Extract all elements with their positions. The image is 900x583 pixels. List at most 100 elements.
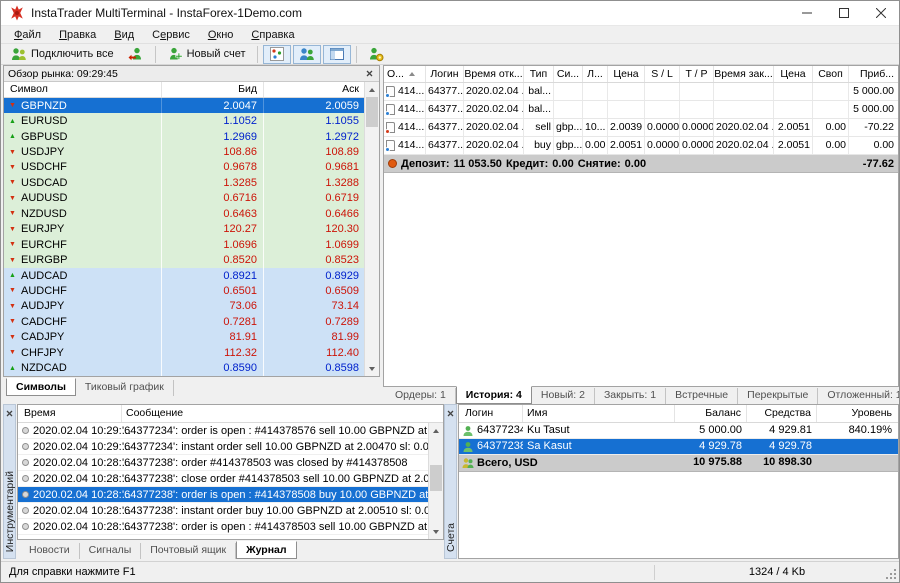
order-row[interactable]: 414... 64377... 2020.02.04 ... sell gbp.…	[384, 119, 898, 137]
market-watch-row[interactable]: EURJPY 120.27 120.30	[4, 222, 379, 237]
column-header[interactable]: Своп	[813, 66, 849, 82]
close-icon[interactable]	[4, 407, 16, 419]
scroll-down-icon[interactable]	[365, 362, 379, 375]
market-watch-row[interactable]: EURCHF 1.0696 1.0699	[4, 237, 379, 252]
market-watch-row[interactable]: CHFJPY 112.32 112.40	[4, 345, 379, 360]
journal-row[interactable]: 2020.02.04 10:29:... '64377234': order i…	[18, 423, 428, 439]
toolbar-separator	[155, 46, 156, 63]
menu-item[interactable]: Правка	[50, 28, 105, 42]
market-watch-row[interactable]: AUDCHF 0.6501 0.6509	[4, 283, 379, 298]
market-watch-row[interactable]: USDJPY 108.86 108.89	[4, 144, 379, 159]
scroll-up-icon[interactable]	[429, 424, 443, 437]
tab[interactable]: Символы	[6, 378, 76, 396]
column-header[interactable]: Си...	[554, 66, 583, 82]
connect-all-button[interactable]: Подключить все	[5, 45, 120, 64]
tab[interactable]: Сигналы	[80, 543, 142, 559]
menu-item[interactable]: Окно	[199, 28, 243, 42]
market-watch-row[interactable]: NZDUSD 0.6463 0.6466	[4, 206, 379, 221]
resize-grip[interactable]	[886, 569, 896, 579]
account-settings-button[interactable]	[362, 45, 390, 64]
tab[interactable]: Отложенный: 1	[818, 388, 900, 404]
market-watch-row[interactable]: GBPUSD 1.2969 1.2972	[4, 129, 379, 144]
menu-item[interactable]: Справка	[242, 28, 303, 42]
scrollbar[interactable]	[428, 423, 443, 539]
market-watch-row[interactable]: AUDUSD 0.6716 0.6719	[4, 191, 379, 206]
column-header-time[interactable]: Время	[18, 405, 122, 422]
order-row[interactable]: 414... 64377... 2020.02.04 ... buy gbp..…	[384, 137, 898, 155]
tab[interactable]: Перекрытые	[738, 388, 818, 404]
tab[interactable]: Тиковый график	[76, 380, 174, 396]
minimize-button[interactable]	[788, 1, 825, 25]
order-row[interactable]: 414... 64377... 2020.02.04 ... bal... 5 …	[384, 101, 898, 119]
order-row[interactable]: 414... 64377... 2020.02.04 ... bal... 5 …	[384, 83, 898, 101]
column-header-login[interactable]: Логин	[459, 405, 523, 422]
scrollbar-thumb[interactable]	[366, 97, 378, 127]
scrollbar-thumb[interactable]	[430, 465, 442, 491]
symbol-label: USDCAD	[21, 177, 67, 189]
disconnect-button[interactable]	[122, 45, 150, 64]
journal-row[interactable]: 2020.02.04 10:28:... '64377238': instant…	[18, 503, 428, 519]
toolbox-toggle-button[interactable]	[323, 45, 351, 64]
column-header-ask[interactable]: Аск	[264, 82, 379, 97]
column-header[interactable]: Логин	[426, 66, 464, 82]
market-watch-row[interactable]: CADJPY 81.91 81.99	[4, 330, 379, 345]
column-header-symbol[interactable]: Символ	[4, 82, 162, 97]
market-watch-toggle-button[interactable]	[263, 45, 291, 64]
market-watch-row[interactable]: AUDCAD 0.8921 0.8929	[4, 268, 379, 283]
journal-row[interactable]: 2020.02.04 10:28:... '64377238': order i…	[18, 487, 428, 503]
scrollbar[interactable]	[364, 82, 379, 376]
market-watch-row[interactable]: EURUSD 1.1052 1.1055	[4, 113, 379, 128]
column-header[interactable]: Цена	[608, 66, 645, 82]
market-watch-row[interactable]: GBPNZD 2.0047 2.0059	[4, 98, 379, 113]
column-header[interactable]: Время отк...	[464, 66, 524, 82]
column-header-level[interactable]: Уровень	[817, 405, 898, 422]
account-row[interactable]: 64377238 Sa Kasut 4 929.78 4 929.78	[459, 439, 898, 455]
column-header-equity[interactable]: Средства	[747, 405, 817, 422]
column-header-name[interactable]: Имя	[523, 405, 675, 422]
close-button[interactable]	[862, 1, 899, 25]
column-header[interactable]: Приб...	[849, 66, 898, 82]
journal-row[interactable]: 2020.02.04 10:29:... '64377234': instant…	[18, 439, 428, 455]
column-header[interactable]: T / P	[680, 66, 714, 82]
market-watch-row[interactable]: CADCHF 0.7281 0.7289	[4, 314, 379, 329]
tab[interactable]: История: 4	[456, 386, 532, 404]
trend-icon	[8, 210, 17, 217]
column-header-message[interactable]: Сообщение	[122, 405, 443, 422]
tab[interactable]: Почтовый ящик	[141, 543, 236, 559]
close-icon[interactable]	[445, 407, 457, 419]
new-account-button[interactable]: Новый счет	[161, 45, 252, 64]
market-watch-row[interactable]: EURGBP 0.8520 0.8523	[4, 252, 379, 267]
column-header[interactable]: S / L	[645, 66, 680, 82]
column-header[interactable]: Цена	[774, 66, 813, 82]
market-watch-row[interactable]: NZDCAD 0.8590 0.8598	[4, 360, 379, 375]
column-header[interactable]: О...	[384, 66, 426, 82]
scroll-up-icon[interactable]	[365, 83, 379, 96]
journal-row[interactable]: 2020.02.04 10:28:... '64377238': order i…	[18, 519, 428, 535]
tab[interactable]: Ордеры: 1	[386, 388, 456, 404]
column-header[interactable]: Время зак...	[714, 66, 774, 82]
accounts-toggle-button[interactable]	[293, 45, 321, 64]
tab[interactable]: Встречные	[666, 388, 738, 404]
account-row[interactable]: Всего, USD 10 975.88 10 898.30	[459, 455, 898, 472]
column-header[interactable]: Тип	[524, 66, 554, 82]
column-header-balance[interactable]: Баланс	[675, 405, 747, 422]
market-watch-row[interactable]: USDCAD 1.3285 1.3288	[4, 175, 379, 190]
market-watch-row[interactable]: AUDJPY 73.06 73.14	[4, 299, 379, 314]
menu-item[interactable]: Файл	[5, 28, 50, 42]
scroll-down-icon[interactable]	[429, 525, 443, 538]
menu-item[interactable]: Вид	[105, 28, 143, 42]
column-header[interactable]: Л...	[583, 66, 608, 82]
account-row[interactable]: 64377234 Ku Tasut 5 000.00 4 929.81 840.…	[459, 423, 898, 439]
maximize-button[interactable]	[825, 1, 862, 25]
column-header-bid[interactable]: Бид	[162, 82, 264, 97]
tab[interactable]: Закрыть: 1	[595, 388, 666, 404]
journal-row[interactable]: 2020.02.04 10:28:... '64377238': close o…	[18, 471, 428, 487]
menu-item[interactable]: Сервис	[143, 28, 199, 42]
journal-row[interactable]: 2020.02.04 10:28:... '64377238': order #…	[18, 455, 428, 471]
tab[interactable]: Новый: 2	[532, 388, 595, 404]
close-icon[interactable]	[363, 68, 375, 80]
market-watch-row[interactable]: USDCHF 0.9678 0.9681	[4, 160, 379, 175]
tab[interactable]: Журнал	[236, 541, 296, 559]
tab[interactable]: Новости	[20, 543, 80, 559]
symbol-label: AUDUSD	[21, 192, 67, 204]
